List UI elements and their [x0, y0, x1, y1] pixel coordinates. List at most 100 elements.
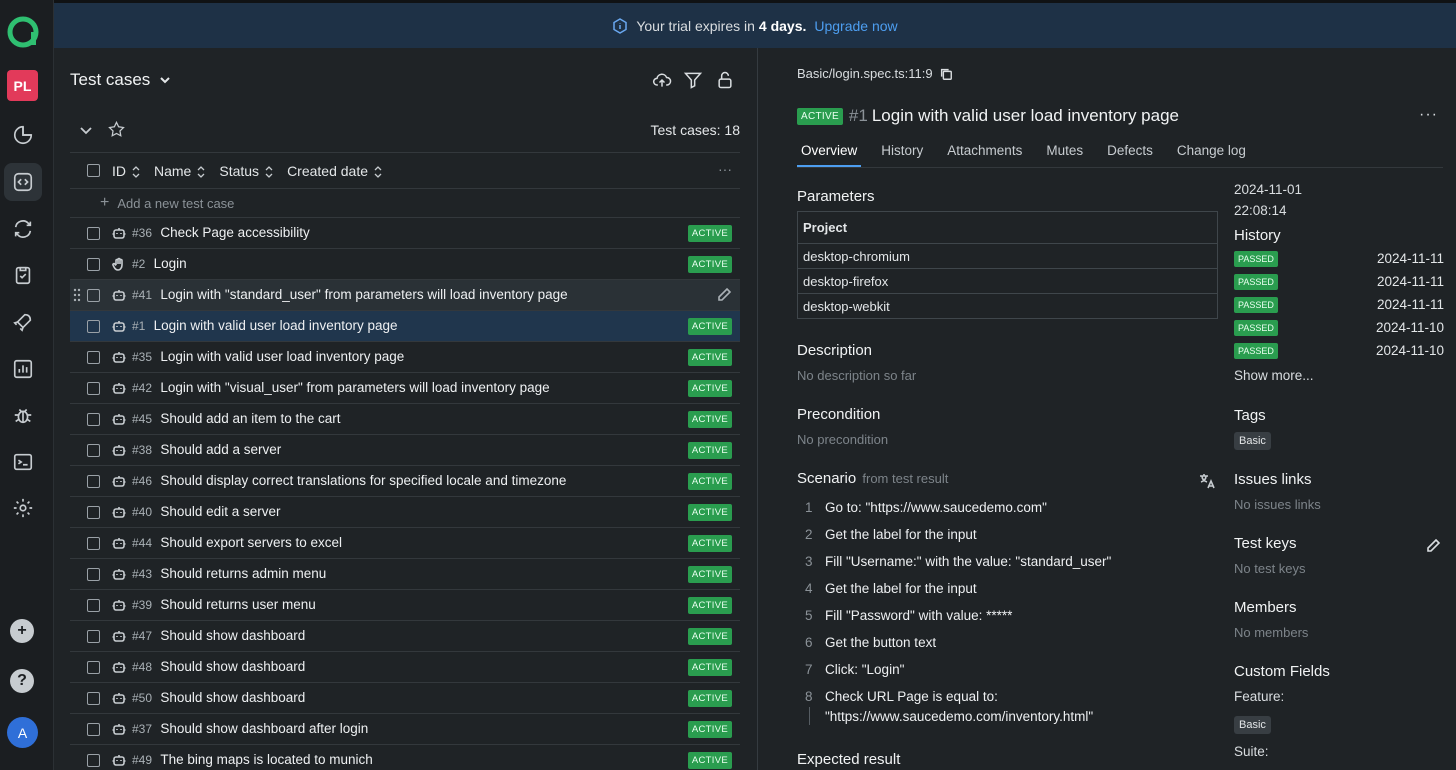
feature-tag[interactable]: Basic: [1234, 716, 1271, 734]
table-row[interactable]: #43 Should returns admin menu ACTIVE: [70, 559, 740, 590]
select-all-checkbox[interactable]: [87, 164, 100, 177]
table-row[interactable]: #39 Should returns user menu ACTIVE: [70, 590, 740, 621]
filter-button[interactable]: [683, 70, 703, 90]
row-checkbox[interactable]: [87, 258, 100, 271]
table-row[interactable]: #2 Login ACTIVE: [70, 249, 740, 280]
column-status[interactable]: Status: [219, 163, 273, 179]
row-checkbox[interactable]: [87, 630, 100, 643]
nav-analytics[interactable]: [4, 350, 42, 388]
row-checkbox[interactable]: [87, 320, 100, 333]
sort-icon: [265, 165, 273, 178]
table-row[interactable]: #44 Should export servers to excel ACTIVE: [70, 528, 740, 559]
description-text[interactable]: No description so far: [797, 368, 916, 383]
upload-button[interactable]: [652, 70, 672, 90]
table-row[interactable]: #49 The bing maps is located to munich ACT…: [70, 745, 740, 770]
table-row[interactable]: #36 Check Page accessibility ACTIVE: [70, 218, 740, 249]
tab-overview[interactable]: Overview: [797, 140, 862, 167]
issues-text: No issues links: [1234, 497, 1321, 512]
precondition-text[interactable]: No precondition: [797, 432, 888, 447]
pie-chart-icon: [13, 125, 33, 145]
app-logo-icon[interactable]: [7, 16, 39, 48]
table-row[interactable]: #1 Login with valid user load inventory p…: [70, 311, 740, 342]
row-checkbox[interactable]: [87, 506, 100, 519]
table-row[interactable]: #50 Should show dashboard ACTIVE: [70, 683, 740, 714]
case-more-button[interactable]: ···: [1419, 106, 1438, 124]
tab-attachments[interactable]: Attachments: [943, 140, 1026, 167]
table-row[interactable]: #35 Login with valid user load inventory …: [70, 342, 740, 373]
pencil-icon[interactable]: [716, 287, 732, 303]
tab-defects[interactable]: Defects: [1103, 140, 1157, 167]
show-more-link[interactable]: Show more...: [1234, 368, 1314, 383]
tab-change-log[interactable]: Change log: [1173, 140, 1250, 167]
nav-terminal[interactable]: [4, 443, 42, 481]
drag-handle-icon[interactable]: [73, 288, 81, 302]
nav-settings[interactable]: [4, 489, 42, 527]
nav-defects[interactable]: [4, 396, 42, 434]
table-row[interactable]: #42 Login with "visual_user" from paramet…: [70, 373, 740, 404]
row-checkbox[interactable]: [87, 413, 100, 426]
pencil-icon[interactable]: [1425, 538, 1441, 554]
row-checkbox[interactable]: [87, 537, 100, 550]
translate-icon[interactable]: [1198, 472, 1216, 490]
lock-button[interactable]: [715, 70, 735, 90]
star-icon[interactable]: [107, 120, 126, 139]
test-keys-text: No test keys: [1234, 561, 1306, 576]
row-checkbox[interactable]: [87, 475, 100, 488]
collapse-chevron-icon[interactable]: [78, 122, 94, 138]
table-row[interactable]: #45 Should add an item to the cart ACTIVE: [70, 404, 740, 435]
row-checkbox[interactable]: [87, 382, 100, 395]
row-checkbox[interactable]: [87, 692, 100, 705]
add-icon[interactable]: +: [10, 619, 34, 643]
robot-icon: [112, 443, 126, 457]
column-name[interactable]: Name: [154, 163, 205, 179]
row-checkbox[interactable]: [87, 289, 100, 302]
column-id[interactable]: ID: [112, 163, 140, 179]
history-row[interactable]: PASSED 2024-11-10: [1234, 317, 1444, 340]
row-checkbox[interactable]: [87, 227, 100, 240]
history-heading: History: [1234, 227, 1281, 244]
row-checkbox[interactable]: [87, 351, 100, 364]
description-heading: Description: [797, 342, 873, 359]
table-row[interactable]: #48 Should show dashboard ACTIVE: [70, 652, 740, 683]
status-badge: ACTIVE: [687, 442, 732, 459]
table-row[interactable]: #40 Should edit a server ACTIVE: [70, 497, 740, 528]
nav-launches[interactable]: [4, 303, 42, 341]
table-row[interactable]: #41 Login with "standard_user" from param…: [70, 280, 740, 311]
bug-icon: [14, 408, 32, 424]
row-checkbox[interactable]: [87, 723, 100, 736]
project-avatar[interactable]: PL: [7, 70, 38, 101]
nav-plans[interactable]: [4, 256, 42, 294]
row-checkbox[interactable]: [87, 444, 100, 457]
row-checkbox[interactable]: [87, 661, 100, 674]
history-row[interactable]: PASSED 2024-11-11: [1234, 271, 1444, 294]
tag-badge[interactable]: Basic: [1234, 432, 1271, 450]
history-row[interactable]: PASSED 2024-11-11: [1234, 294, 1444, 317]
nav-runs[interactable]: [4, 210, 42, 248]
column-menu-button[interactable]: ···: [718, 161, 732, 177]
history-row[interactable]: PASSED 2024-11-10: [1234, 340, 1444, 363]
row-checkbox[interactable]: [87, 599, 100, 612]
issues-heading: Issues links: [1234, 471, 1312, 488]
upgrade-link[interactable]: Upgrade now: [814, 18, 897, 34]
user-avatar[interactable]: A: [7, 717, 38, 748]
table-row[interactable]: #38 Should add a server ACTIVE: [70, 435, 740, 466]
table-row[interactable]: #47 Should show dashboard ACTIVE: [70, 621, 740, 652]
nav-test-cases[interactable]: [4, 163, 42, 201]
status-badge: ACTIVE: [687, 380, 732, 397]
tab-mutes[interactable]: Mutes: [1042, 140, 1087, 167]
robot-icon: [112, 753, 126, 767]
row-checkbox[interactable]: [87, 568, 100, 581]
row-checkbox[interactable]: [87, 754, 100, 767]
history-row[interactable]: PASSED 2024-11-11: [1234, 248, 1444, 271]
column-created-date[interactable]: Created date: [287, 163, 382, 179]
copy-icon[interactable]: [939, 67, 953, 81]
table-row[interactable]: #46 Should display correct translations f…: [70, 466, 740, 497]
passed-badge: PASSED: [1234, 343, 1278, 359]
test-cases-dropdown[interactable]: Test cases: [70, 70, 172, 90]
add-test-case-row[interactable]: + Add a new test case: [70, 189, 740, 218]
help-icon[interactable]: ?: [10, 669, 34, 693]
tab-history[interactable]: History: [877, 140, 927, 167]
chevron-down-icon: [160, 77, 171, 84]
nav-dashboard[interactable]: [4, 116, 42, 154]
table-row[interactable]: #37 Should show dashboard after login ACTI…: [70, 714, 740, 745]
